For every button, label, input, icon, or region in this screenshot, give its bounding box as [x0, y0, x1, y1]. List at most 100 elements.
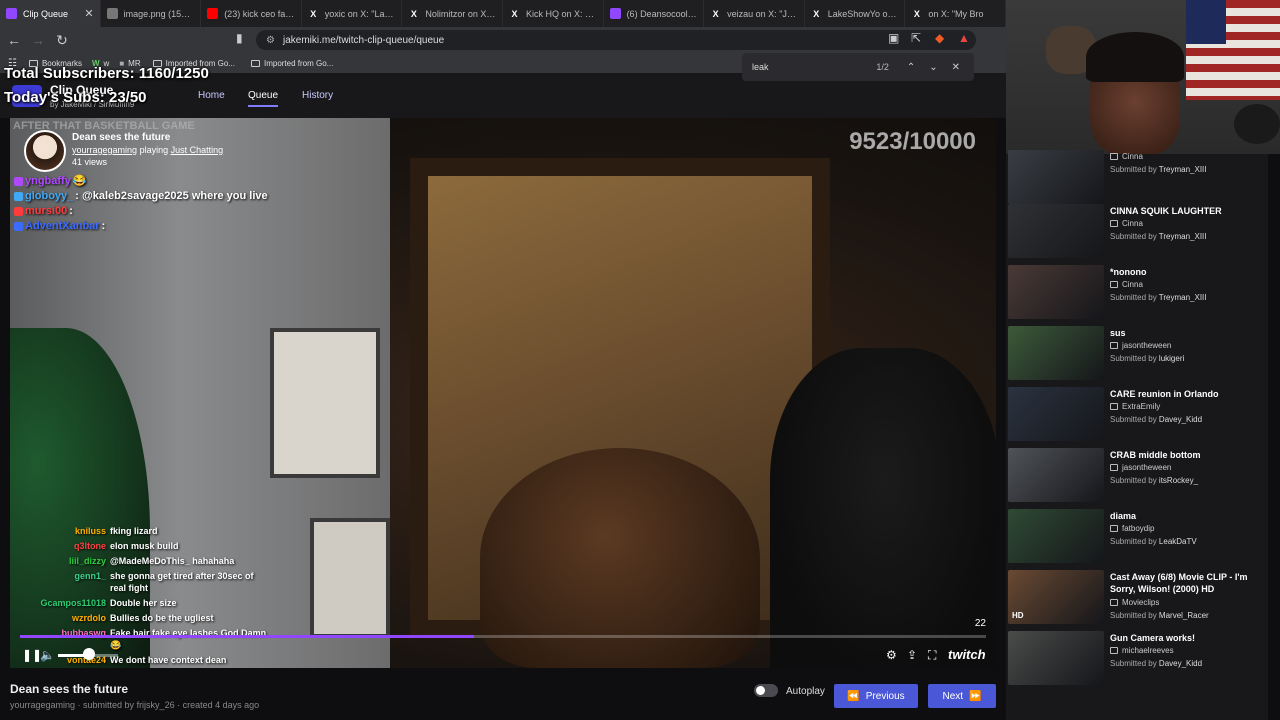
bookmark-label: Imported from Go... — [263, 58, 334, 68]
queue-item[interactable]: sus jasontheween Submitted by lukigeri — [1006, 324, 1280, 382]
browser-tab[interactable]: (6) Deansocool - Tw — [604, 0, 705, 27]
autoplay-label: Autoplay — [786, 686, 825, 697]
queue-channel: Cinna — [1110, 219, 1143, 228]
back-icon[interactable]: ← — [4, 32, 24, 48]
browser-tab[interactable]: image.png (1521×9 — [101, 0, 202, 27]
microphone — [1234, 104, 1280, 144]
find-count: 1/2 — [876, 62, 889, 72]
browser-tab[interactable]: X Kick HQ on X: "Adn — [503, 0, 604, 27]
find-close-icon[interactable]: ✕ — [952, 62, 960, 73]
clip-thumbnail[interactable] — [1008, 265, 1104, 319]
site-info-icon[interactable]: ⚙ — [266, 35, 275, 46]
nav-history[interactable]: History — [302, 90, 333, 101]
previous-button[interactable]: ⏪ Previous — [834, 684, 918, 708]
settings-gear-icon[interactable]: ⚙ — [886, 648, 897, 662]
share-icon[interactable]: ⇱ — [911, 31, 921, 45]
progress-fill — [20, 635, 475, 638]
tab-close-icon[interactable]: ✕ — [84, 7, 93, 20]
queue-item[interactable]: CINNA SQUIK LAUGHTER Cinna Submitted by Tr… — [1006, 202, 1280, 260]
clip-thumbnail[interactable] — [1008, 631, 1104, 685]
channel-link[interactable]: yourragegaming — [72, 145, 137, 155]
submitter-name: Treyman_XIII — [1158, 165, 1207, 174]
queue-item[interactable]: CRAB middle bottom jasontheween Submitted … — [1006, 446, 1280, 504]
fullscreen-icon[interactable]: ⛶ — [928, 648, 936, 663]
chat-text: : — [101, 220, 106, 232]
fast-forward-icon: ⏩ — [969, 690, 982, 702]
find-next-icon[interactable]: ⌄ — [929, 62, 937, 73]
reload-icon[interactable]: ↻ — [52, 32, 72, 49]
queue-sidebar: Cinna Submitted by Treyman_XIII CINNA SQUI… — [1006, 150, 1280, 720]
today-subs-overlay: Today's Subs: 23/50 — [4, 89, 147, 106]
share-icon[interactable]: ⇪ — [907, 648, 917, 662]
submitted-prefix: Submitted by — [1110, 415, 1159, 424]
browser-tab[interactable]: Xyoxic on X: "Lacy sh — [302, 0, 403, 27]
twitch-icon — [6, 8, 17, 19]
rewind-icon: ⏪ — [847, 690, 860, 702]
browser-tab[interactable]: Xon X: "My Bro — [905, 0, 1006, 27]
channel-chat-icon — [1110, 647, 1118, 655]
chat-text: 😂 — [72, 175, 87, 187]
browser-tab[interactable]: X LakeShowYo on X: " — [805, 0, 906, 27]
queue-item[interactable]: Gun Camera works! michaelreeves Submitted … — [1006, 629, 1280, 687]
rewards-icon[interactable]: ▲ — [958, 31, 970, 45]
nav-queue[interactable]: Queue — [248, 90, 279, 107]
chat-text: Double her size — [110, 598, 177, 608]
chat-message: kniluss fking lizard — [12, 525, 272, 537]
browser-tab[interactable]: (23) kick ceo faze b — [201, 0, 302, 27]
queue-channel-name: Cinna — [1122, 219, 1143, 228]
video-player[interactable]: AFTER THAT BASKETBALL GAME 9523/10000 De… — [10, 118, 996, 668]
progress-bar[interactable] — [20, 635, 986, 638]
queue-clip-title: Gun Camera works! — [1110, 633, 1196, 643]
chat-username: globoyy_ — [25, 190, 74, 202]
queue-channel: ExtraEmily — [1110, 402, 1160, 411]
tab-label: image.png (1521×9 — [123, 8, 195, 19]
queue-item[interactable]: HD Cast Away (6/8) Movie CLIP - I'm Sorry… — [1006, 568, 1280, 626]
chat-badge-icon — [14, 221, 23, 231]
chat-message: Gcampos11018 Double her size — [12, 597, 272, 609]
bookmark-star-icon[interactable]: ▮ — [236, 31, 243, 45]
next-button[interactable]: Next ⏩ — [928, 684, 996, 708]
browser-tab[interactable]: X Nolimitzor on X: "Cl — [402, 0, 503, 27]
find-prev-icon[interactable]: ⌃ — [907, 62, 915, 73]
queue-scrollbar[interactable] — [1268, 154, 1280, 720]
x-icon: X — [712, 8, 719, 19]
volume-icon[interactable]: 🔈 — [40, 648, 55, 662]
queue-item[interactable]: *nonono Cinna Submitted by Treyman_XIII — [1006, 263, 1280, 321]
clip-views: 41 views — [72, 157, 108, 167]
browser-tab[interactable]: Clip Queue ✕ — [0, 0, 101, 27]
clip-thumbnail[interactable] — [1008, 509, 1104, 563]
queue-item[interactable]: CARE reunion in Orlando ExtraEmily Submitt… — [1006, 385, 1280, 443]
brave-shield-icon[interactable]: ◆ — [935, 31, 944, 45]
chat-message: genn1_ she gonna get tired after 30sec of… — [12, 570, 272, 594]
queue-item[interactable]: diama fatboydip Submitted by LeakDaTV — [1006, 507, 1280, 565]
queue-channel-name: Cinna — [1122, 152, 1143, 161]
screenshot-icon[interactable]: ▣ — [888, 31, 899, 45]
game-link[interactable]: Just Chatting — [171, 145, 224, 155]
clip-thumbnail[interactable] — [1008, 326, 1104, 380]
channel-avatar[interactable] — [24, 130, 66, 172]
volume-knob[interactable] — [83, 648, 95, 660]
clip-thumbnail[interactable] — [1008, 204, 1104, 258]
x-icon: X — [913, 8, 920, 19]
chat-username: genn1_ — [74, 571, 106, 581]
clip-thumbnail[interactable] — [1008, 387, 1104, 441]
submitter-name: Treyman_XIII — [1158, 232, 1207, 241]
twitch-logo[interactable]: twitch — [948, 647, 986, 662]
browser-tab[interactable]: Xveizau on X: "Jason — [704, 0, 805, 27]
tab-label: veizau on X: "Jason — [727, 8, 798, 19]
toggle-knob — [756, 686, 765, 695]
autoplay-toggle[interactable] — [754, 684, 778, 697]
find-input[interactable]: leak — [752, 62, 876, 72]
forward-icon[interactable]: → — [28, 32, 48, 48]
queue-item[interactable]: Cinna Submitted by Treyman_XIII — [1006, 148, 1280, 206]
clip-thumbnail[interactable] — [1008, 150, 1104, 204]
bookmark-item[interactable]: Imported from Go... — [250, 58, 334, 68]
clip-submitted-info: yourragegaming · submitted by frijsky_26… — [10, 700, 260, 710]
queue-channel: michaelreeves — [1110, 646, 1174, 655]
chat-text: : @kaleb2savage2025 where you live — [75, 190, 268, 202]
queue-channel: jasontheween — [1110, 341, 1171, 350]
clip-thumbnail[interactable] — [1008, 448, 1104, 502]
nav-home[interactable]: Home — [198, 90, 225, 101]
clip-thumbnail[interactable]: HD — [1008, 570, 1104, 624]
address-bar[interactable]: ⚙ jakemiki.me/twitch-clip-queue/queue — [256, 30, 976, 50]
